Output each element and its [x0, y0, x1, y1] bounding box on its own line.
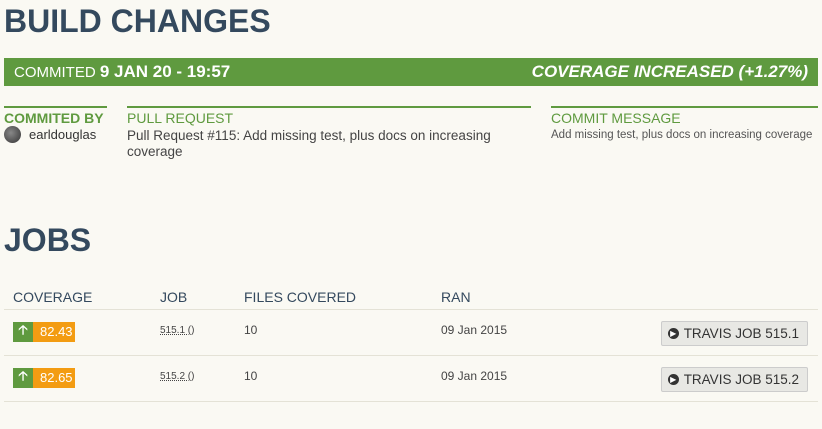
- committed-date: 9 JAN 20 - 19:57: [99, 62, 231, 81]
- header-ran[interactable]: RAN: [441, 289, 471, 305]
- pull-request-section: PULL REQUEST Pull Request #115: Add miss…: [127, 106, 531, 160]
- pull-request-text[interactable]: Pull Request #115: Add missing test, plu…: [127, 128, 531, 160]
- ran-date: 09 Jan 2015: [441, 323, 508, 337]
- ran-date: 09 Jan 2015: [441, 369, 508, 383]
- jobs-table: COVERAGE JOB FILES COVERED RAN 🡡 82.43 5…: [4, 282, 818, 402]
- header-job[interactable]: JOB: [160, 289, 187, 305]
- commit-message-text: Add missing test, plus docs on increasin…: [551, 129, 813, 141]
- arrow-circle-right-icon: ▶: [667, 374, 679, 385]
- travis-job-button-label: TRAVIS JOB 515.1: [683, 326, 799, 341]
- jobs-title: JOBS: [4, 222, 92, 258]
- coverage-badge: 🡡 82.65: [13, 368, 75, 388]
- committed-by-section: COMMITED BY earldouglas: [4, 106, 107, 143]
- table-row: 🡡 82.43 515.1 () 10 09 Jan 2015 ▶ TRAVIS…: [4, 310, 818, 356]
- arrow-circle-right-icon: ▶: [667, 328, 679, 339]
- coverage-badge: 🡡 82.43: [13, 322, 75, 342]
- page-title: BUILD CHANGES: [4, 3, 271, 39]
- author-name[interactable]: earldouglas: [29, 127, 96, 142]
- committed-info: COMMITED 9 JAN 20 - 19:57: [14, 62, 230, 82]
- job-link[interactable]: 515.1 (): [160, 325, 194, 336]
- coverage-status: COVERAGE INCREASED (+1.27%): [531, 62, 808, 81]
- avatar: [4, 126, 21, 143]
- job-link[interactable]: 515.2 (): [160, 371, 194, 382]
- coverage-value: 82.65: [33, 368, 75, 388]
- committed-label: COMMITED: [14, 64, 96, 81]
- commit-message-section: COMMIT MESSAGE Add missing test, plus do…: [551, 106, 818, 143]
- header-files-covered[interactable]: FILES COVERED: [244, 289, 356, 305]
- commit-message-label: COMMIT MESSAGE: [551, 110, 681, 126]
- arrow-up-icon: 🡡: [13, 322, 33, 342]
- files-covered: 10: [244, 369, 258, 383]
- header-coverage[interactable]: COVERAGE: [13, 289, 92, 305]
- travis-job-button[interactable]: ▶ TRAVIS JOB 515.2: [660, 367, 808, 392]
- travis-job-button-label: TRAVIS JOB 515.2: [683, 372, 799, 387]
- author[interactable]: earldouglas: [4, 126, 107, 143]
- committed-by-label: COMMITED BY: [4, 110, 104, 126]
- coverage-value: 82.43: [33, 322, 75, 342]
- travis-job-button[interactable]: ▶ TRAVIS JOB 515.1: [660, 321, 808, 346]
- files-covered: 10: [244, 323, 258, 337]
- arrow-up-icon: 🡡: [13, 368, 33, 388]
- pull-request-label: PULL REQUEST: [127, 110, 234, 126]
- commit-summary-bar: COMMITED 9 JAN 20 - 19:57 COVERAGE INCRE…: [4, 58, 818, 86]
- jobs-table-header: COVERAGE JOB FILES COVERED RAN: [4, 282, 818, 310]
- table-row: 🡡 82.65 515.2 () 10 09 Jan 2015 ▶ TRAVIS…: [4, 356, 818, 402]
